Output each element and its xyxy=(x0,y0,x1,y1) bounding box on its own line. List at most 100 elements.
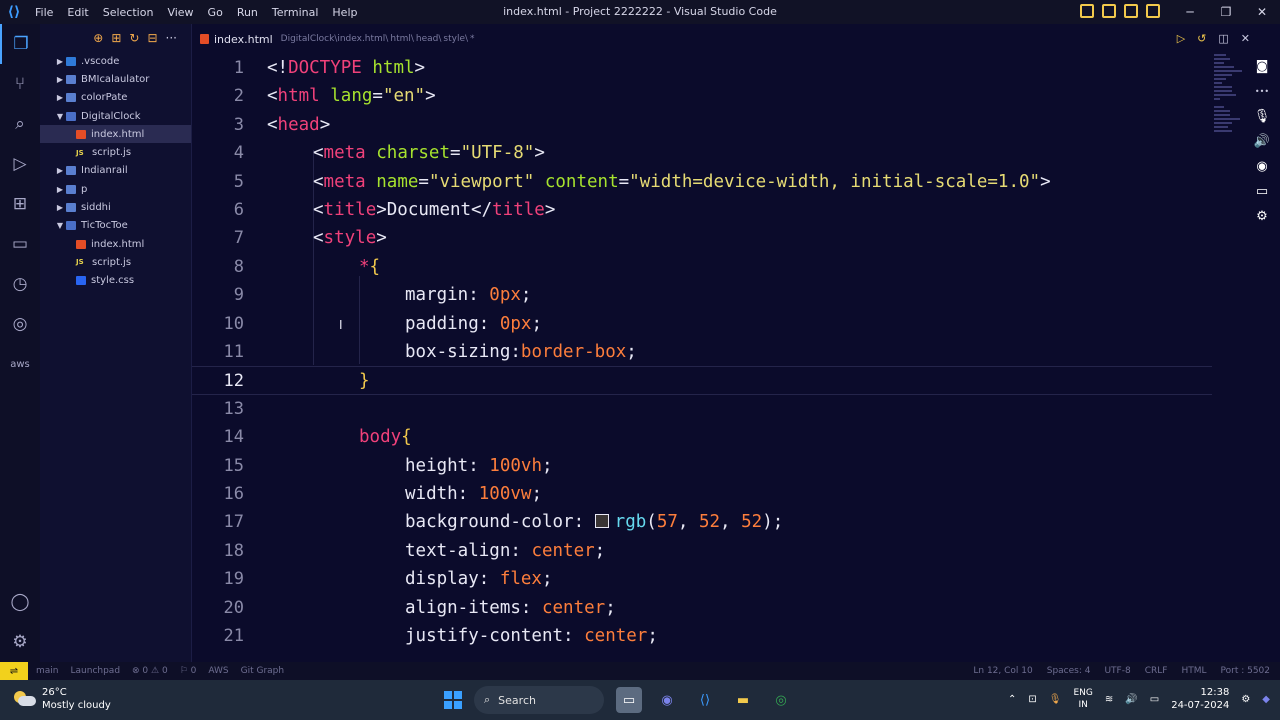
customize-layout-icon[interactable] xyxy=(1146,4,1160,18)
code-line[interactable]: 12} xyxy=(192,366,1212,395)
taskbar-clock[interactable]: 12:38 24-07-2024 xyxy=(1171,686,1229,712)
notification-icon[interactable]: ⚙ xyxy=(1241,694,1250,705)
breadcrumb-item[interactable]: * xyxy=(470,34,475,44)
status-launchpad[interactable]: Launchpad xyxy=(71,666,121,676)
close-editor-icon[interactable]: ✕ xyxy=(1241,32,1250,45)
status-indentation[interactable]: Spaces: 4 xyxy=(1047,666,1091,676)
breadcrumb-item[interactable]: html\ xyxy=(390,34,414,44)
aws-icon[interactable]: aws xyxy=(0,344,40,384)
explorer-icon[interactable]: ❐ xyxy=(0,24,40,64)
run-icon[interactable]: ▷ xyxy=(1177,32,1185,45)
code-line[interactable]: 5 <meta name="viewport" content="width=de… xyxy=(192,168,1212,196)
network-tray-icon[interactable]: ⊡ xyxy=(1028,694,1036,705)
code-line[interactable]: 15 height: 100vh; xyxy=(192,452,1212,480)
code-line[interactable]: 1 <!DOCTYPE html> xyxy=(192,54,1212,82)
tree-item[interactable]: index.html xyxy=(40,125,191,144)
code-line[interactable]: 18 text-align: center; xyxy=(192,537,1212,565)
weather-widget[interactable]: 26°C Mostly cloudy xyxy=(14,686,111,712)
code-line[interactable]: 19 display: flex; xyxy=(192,565,1212,593)
remote-explorer-icon[interactable]: ▭ xyxy=(0,224,40,264)
more-actions-icon[interactable]: ··· xyxy=(166,31,177,45)
tree-item[interactable]: ▶ Indianrail xyxy=(40,162,191,180)
tree-item[interactable]: ▼ TicTocToe xyxy=(40,217,191,235)
more-options-icon[interactable]: ••• xyxy=(1244,79,1280,104)
code-editor[interactable]: 1 <!DOCTYPE html> 2 <html lang="en"> 3 <head>… xyxy=(192,54,1242,662)
battery-icon[interactable]: ▭ xyxy=(1150,694,1159,705)
code-line[interactable]: 17 background-color: rgb(57, 52, 52); xyxy=(192,508,1212,536)
git-graph-icon[interactable]: ◎ xyxy=(0,304,40,344)
speaker-icon[interactable]: 🔊 xyxy=(1244,129,1280,154)
file-explorer-icon[interactable]: ▬ xyxy=(730,687,756,713)
accounts-icon[interactable]: ◯ xyxy=(0,582,40,622)
settings-gear-icon[interactable]: ⚙ xyxy=(0,622,40,662)
status-cursor-position[interactable]: Ln 12, Col 10 xyxy=(973,666,1032,676)
close-icon[interactable]: ✕ xyxy=(1244,0,1280,24)
new-file-icon[interactable]: ⊕ xyxy=(93,31,103,45)
tree-item[interactable]: ▼ DigitalClock xyxy=(40,107,191,125)
copilot-icon[interactable]: ◆ xyxy=(1262,694,1270,705)
tree-item[interactable]: style.css xyxy=(40,272,191,290)
code-line[interactable]: 6 <title>Document</title> xyxy=(192,196,1212,224)
tree-item[interactable]: ▶ colorPate xyxy=(40,89,191,107)
run-debug-icon[interactable]: ▷ xyxy=(0,144,40,184)
code-line[interactable]: 14 body{ xyxy=(192,423,1212,451)
menu-run[interactable]: Run xyxy=(230,6,265,19)
code-line[interactable]: 9 margin: 0px; xyxy=(192,281,1212,309)
open-changes-icon[interactable]: ↺ xyxy=(1197,32,1206,45)
color-swatch-icon[interactable] xyxy=(594,514,609,529)
tree-item[interactable]: ▶ BMIcalaulator xyxy=(40,70,191,88)
chevron-right-icon[interactable]: ▶ xyxy=(54,93,66,102)
code-line[interactable]: 10 padding: 0px; xyxy=(192,310,1212,338)
status-live-server[interactable]: Port : 5502 xyxy=(1221,666,1271,676)
tab-index-html[interactable]: index.html DigitalClock\index.html\ html… xyxy=(192,24,483,54)
menu-edit[interactable]: Edit xyxy=(60,6,95,19)
menu-view[interactable]: View xyxy=(160,6,200,19)
status-encoding[interactable]: UTF-8 xyxy=(1104,666,1130,676)
tree-item[interactable]: index.html xyxy=(40,235,191,253)
status-ports[interactable]: ⚐ 0 xyxy=(180,666,197,676)
tree-item[interactable]: JS script.js xyxy=(40,143,191,161)
taskbar-search[interactable]: ⌕ Search xyxy=(474,686,604,714)
toggle-panel-icon[interactable] xyxy=(1102,4,1116,18)
camera-icon[interactable]: ◙ xyxy=(1244,54,1280,79)
code-line[interactable]: 8 *{ xyxy=(192,253,1212,281)
start-icon[interactable] xyxy=(444,691,462,709)
collapse-all-icon[interactable]: ⊟ xyxy=(147,31,157,45)
chat-app-icon[interactable]: ◉ xyxy=(654,687,680,713)
extensions-icon[interactable]: ⊞ xyxy=(0,184,40,224)
status-git-graph[interactable]: Git Graph xyxy=(241,666,284,676)
status-language[interactable]: HTML xyxy=(1181,666,1206,676)
status-aws[interactable]: AWS xyxy=(208,666,228,676)
chrome-icon[interactable]: ◎ xyxy=(768,687,794,713)
volume-icon[interactable]: 🔊 xyxy=(1125,694,1137,705)
code-line[interactable]: 7 <style> xyxy=(192,224,1212,252)
chevron-right-icon[interactable]: ▶ xyxy=(54,185,66,194)
split-editor-icon[interactable]: ◫ xyxy=(1218,32,1228,45)
toggle-primary-sidebar-icon[interactable] xyxy=(1080,4,1094,18)
code-line[interactable]: 20 align-items: center; xyxy=(192,594,1212,622)
settings-icon[interactable]: ⚙ xyxy=(1244,204,1280,229)
code-line[interactable]: 21 justify-content: center; xyxy=(192,622,1212,650)
task-view-icon[interactable]: ▭ xyxy=(616,687,642,713)
menu-selection[interactable]: Selection xyxy=(96,6,161,19)
status-eol[interactable]: CRLF xyxy=(1145,666,1168,676)
search-icon[interactable]: ⌕ xyxy=(0,104,40,144)
window-icon[interactable]: ▭ xyxy=(1244,179,1280,204)
mic-tray-icon[interactable]: 🎙 xyxy=(1049,694,1062,705)
breadcrumb-item[interactable]: style\ xyxy=(443,34,468,44)
chevron-right-icon[interactable]: ▶ xyxy=(54,203,66,212)
code-line[interactable]: 3 <head> xyxy=(192,111,1212,139)
restore-icon[interactable]: ❐ xyxy=(1208,0,1244,24)
code-line[interactable]: 4 <meta charset="UTF-8"> xyxy=(192,139,1212,167)
remote-indicator-icon[interactable]: ⇌ xyxy=(0,662,28,680)
tree-item[interactable]: ▶ .vscode xyxy=(40,52,191,70)
tree-item[interactable]: ▶ siddhi xyxy=(40,198,191,216)
source-control-icon[interactable]: ⑂ xyxy=(0,64,40,104)
menu-terminal[interactable]: Terminal xyxy=(265,6,326,19)
microphone-icon[interactable]: 🎙 xyxy=(1244,104,1280,129)
language-indicator[interactable]: ENG IN xyxy=(1074,687,1093,711)
code-line[interactable]: 2 <html lang="en"> xyxy=(192,82,1212,110)
chevron-down-icon[interactable]: ▼ xyxy=(54,112,66,121)
new-folder-icon[interactable]: ⊞ xyxy=(111,31,121,45)
menu-go[interactable]: Go xyxy=(201,6,230,19)
